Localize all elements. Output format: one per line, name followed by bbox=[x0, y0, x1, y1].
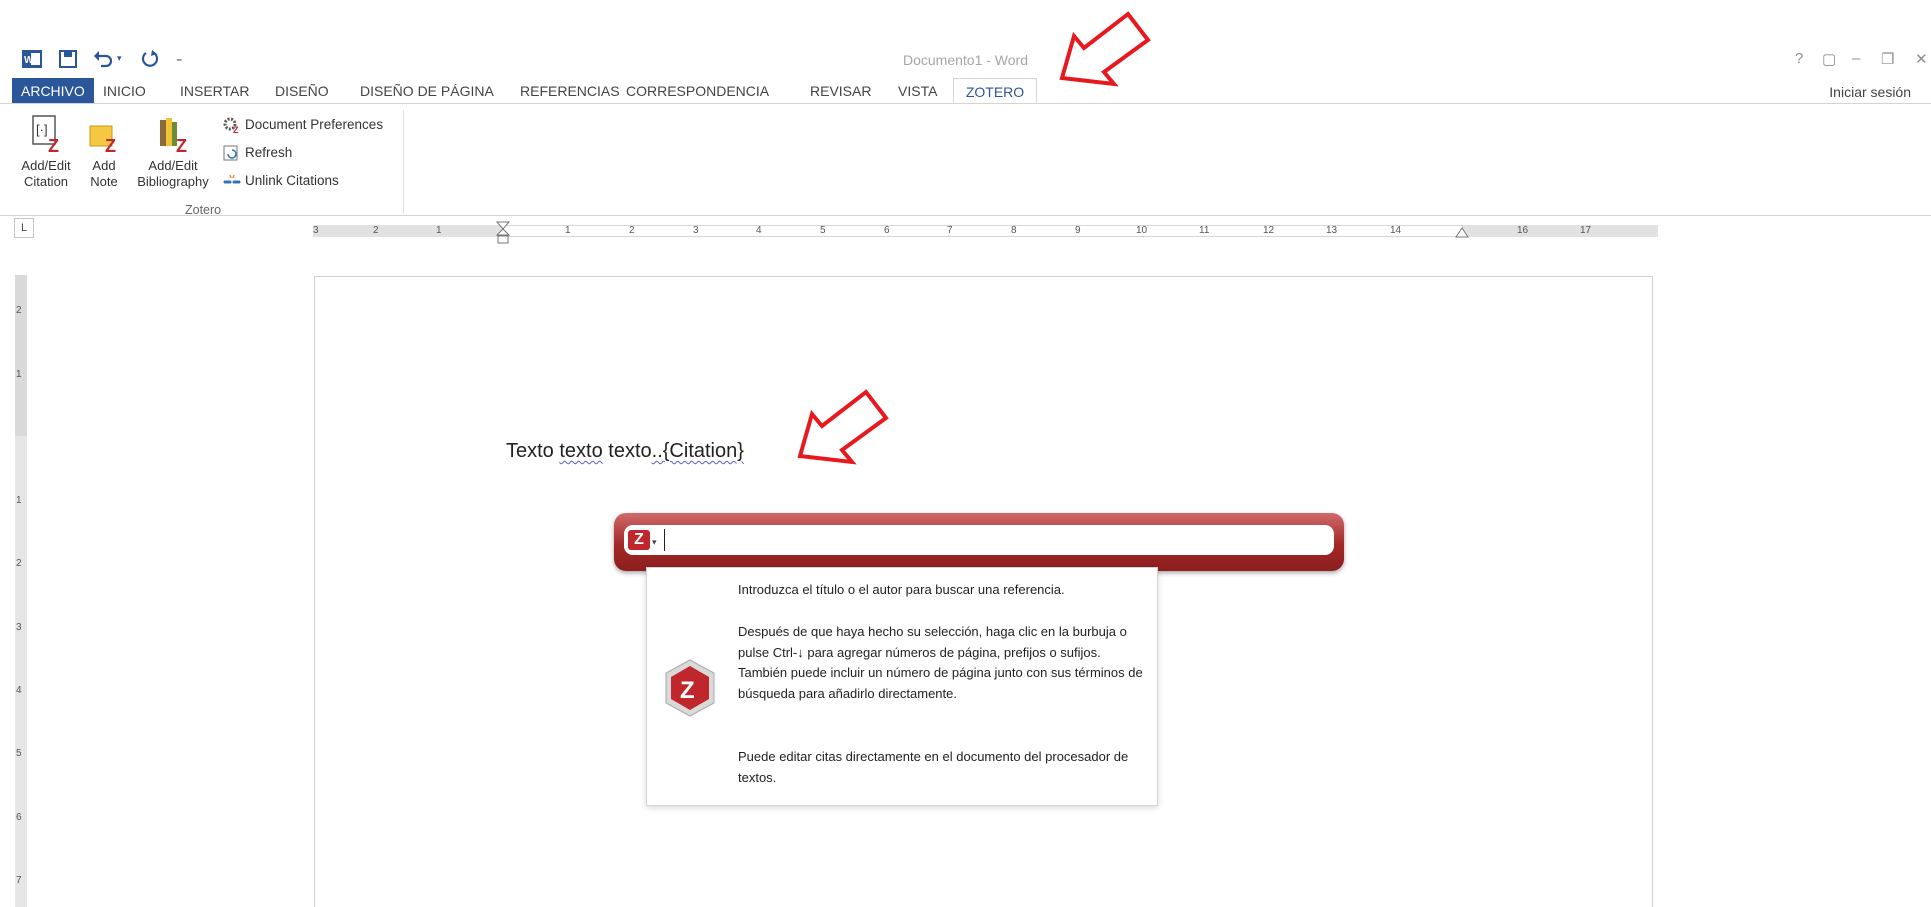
tab-correspondencia[interactable]: CORRESPONDENCIA bbox=[617, 78, 778, 104]
add-edit-citation-button[interactable]: [·] Z Add/Edit Citation bbox=[8, 114, 84, 190]
right-indent-marker-icon[interactable] bbox=[1455, 227, 1469, 239]
ruler-label: 3 bbox=[16, 622, 22, 633]
ruler-label: 1 bbox=[436, 225, 442, 236]
ruler-label: 10 bbox=[1136, 225, 1148, 236]
help-text-edit: Puede editar citas directamente en el do… bbox=[738, 749, 1129, 785]
citation-field: ..{Citation} bbox=[651, 440, 744, 462]
ruler-label: 4 bbox=[756, 225, 762, 236]
ruler-label: 11 bbox=[1199, 225, 1210, 236]
tab-archivo[interactable]: ARCHIVO bbox=[12, 78, 94, 104]
ruler-label: 2 bbox=[373, 225, 379, 236]
vertical-ruler[interactable]: 2 1 1 2 3 4 5 6 7 bbox=[15, 275, 27, 907]
gear-icon: Z bbox=[223, 117, 239, 135]
ruler-label: 12 bbox=[1263, 225, 1275, 236]
ruler-label: 7 bbox=[16, 875, 22, 886]
svg-text:Z: Z bbox=[48, 136, 59, 156]
unlink-icon bbox=[223, 175, 241, 184]
svg-text:[·]: [·] bbox=[36, 122, 48, 137]
ruler-label: 13 bbox=[1326, 225, 1338, 236]
indent-marker-icon[interactable] bbox=[496, 221, 510, 245]
help-text-intro: Introduzca el título o el autor para bus… bbox=[738, 582, 1065, 597]
tab-diseno[interactable]: DISEÑO bbox=[266, 78, 338, 104]
add-note-icon: Z bbox=[89, 125, 116, 156]
ruler-text-area bbox=[503, 225, 1463, 237]
quick-format-help-panel: Z Introduzca el título o el autor para b… bbox=[646, 567, 1158, 806]
quick-format-inner: Z ▾ bbox=[624, 525, 1334, 555]
ruler-label: 4 bbox=[16, 685, 22, 696]
svg-text:Z: Z bbox=[680, 677, 695, 704]
annotation-arrow-icon bbox=[797, 389, 889, 465]
group-label-zotero: Zotero bbox=[185, 203, 222, 217]
ruler-margin-area bbox=[15, 275, 27, 436]
zotero-hexagon-icon: Z bbox=[665, 659, 715, 717]
maximize-button[interactable]: ❐ bbox=[1881, 50, 1894, 68]
ruler-label: 5 bbox=[820, 225, 826, 236]
tab-diseno-de-pagina[interactable]: DISEÑO DE PÁGINA bbox=[351, 78, 503, 104]
ruler-label: 9 bbox=[1075, 225, 1081, 236]
ruler-label: 2 bbox=[16, 305, 22, 316]
window-title: Documento1 - Word bbox=[902, 52, 1028, 68]
close-button[interactable]: ✕ bbox=[1915, 50, 1928, 68]
ruler-label: 16 bbox=[1517, 225, 1529, 236]
add-edit-bibliography-button[interactable]: Z Add/Edit Bibliography bbox=[127, 114, 219, 190]
ruler-label: 3 bbox=[693, 225, 699, 236]
chevron-down-icon[interactable]: ▾ bbox=[652, 537, 657, 548]
ruler-label: 2 bbox=[16, 558, 22, 569]
citation-search-input[interactable] bbox=[664, 529, 1324, 551]
add-note-button[interactable]: Z Add Note bbox=[82, 114, 126, 190]
tab-inicio[interactable]: INICIO bbox=[94, 78, 155, 104]
ribbon-tabs: ARCHIVO INICIO INSERTAR DISEÑO DISEÑO DE… bbox=[0, 78, 1931, 104]
refresh-button[interactable]: Refresh bbox=[222, 142, 292, 164]
ruler-label: 2 bbox=[629, 225, 635, 236]
ruler-label: 17 bbox=[1580, 225, 1592, 236]
group-separator bbox=[403, 110, 404, 214]
unlink-citations-button[interactable]: Unlink Citations bbox=[222, 170, 339, 192]
zotero-logo-icon[interactable]: Z bbox=[628, 530, 650, 550]
tab-vista[interactable]: VISTA bbox=[889, 78, 946, 104]
add-edit-citation-icon: [·] Z bbox=[32, 115, 59, 156]
refresh-icon bbox=[223, 145, 238, 161]
zotero-quick-format-bar: Z ▾ bbox=[614, 513, 1344, 571]
ribbon-display-button[interactable]: ▢ bbox=[1822, 50, 1836, 68]
minimize-button[interactable]: – bbox=[1852, 50, 1860, 67]
svg-text:Z: Z bbox=[233, 125, 239, 134]
ruler-label: 1 bbox=[16, 495, 22, 506]
ruler-label: 8 bbox=[1011, 225, 1017, 236]
tab-referencias[interactable]: REFERENCIAS bbox=[511, 78, 629, 104]
help-text-selection: Después de que haya hecho su selección, … bbox=[738, 624, 1143, 701]
ruler-label: 7 bbox=[947, 225, 953, 236]
ruler-label: 6 bbox=[16, 812, 22, 823]
ribbon-zotero: [·] Z Add/Edit Citation Z Add Note Z Add… bbox=[0, 103, 1931, 217]
ruler-label: 5 bbox=[16, 748, 22, 759]
add-edit-bibliography-icon: Z bbox=[160, 118, 187, 156]
tab-zotero[interactable]: ZOTERO bbox=[953, 78, 1037, 104]
help-button[interactable]: ? bbox=[1795, 50, 1803, 67]
ruler-label: 14 bbox=[1390, 225, 1402, 236]
document-text[interactable]: Texto texto texto..{Citation} bbox=[506, 440, 744, 463]
signin-link[interactable]: Iniciar sesión bbox=[1829, 84, 1911, 100]
word-window: W ▾ ₌ Documento1 - Word ? ▢ – ❐ ✕ ARCHIV… bbox=[0, 0, 1931, 907]
ruler-label: 1 bbox=[565, 225, 571, 236]
tab-stop-selector[interactable]: L bbox=[14, 218, 34, 238]
misspelled-word: texto bbox=[559, 440, 603, 462]
document-preferences-button[interactable]: Z Document Preferences bbox=[222, 114, 383, 136]
tab-revisar[interactable]: REVISAR bbox=[801, 78, 880, 104]
ruler-label: 1 bbox=[16, 369, 22, 380]
annotation-arrow-icon bbox=[1059, 11, 1151, 87]
ruler-label: 3 bbox=[313, 225, 319, 236]
horizontal-ruler[interactable]: 3 2 1 1 2 3 4 5 6 7 8 9 10 11 12 13 14 1… bbox=[313, 221, 1658, 244]
tab-insertar[interactable]: INSERTAR bbox=[171, 78, 259, 104]
svg-text:Z: Z bbox=[105, 136, 116, 156]
svg-text:Z: Z bbox=[176, 136, 187, 156]
ruler-label: 6 bbox=[884, 225, 890, 236]
